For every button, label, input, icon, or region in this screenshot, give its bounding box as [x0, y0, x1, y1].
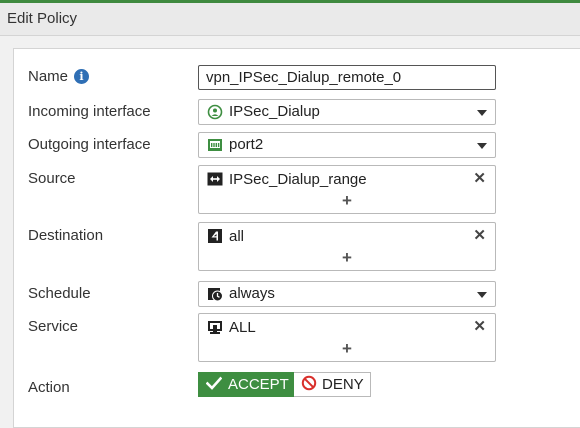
page-title: Edit Policy [7, 10, 78, 27]
deny-icon [301, 375, 317, 395]
remove-source-icon[interactable]: ✕ [473, 171, 486, 187]
add-destination-button[interactable]: + [199, 249, 495, 266]
destination-field[interactable]: all ✕ + [198, 222, 496, 271]
destination-value: all [229, 228, 245, 245]
schedule-value: always [229, 285, 275, 302]
address-icon [207, 228, 223, 244]
name-label: Name [28, 68, 69, 85]
source-value: IPSec_Dialup_range [229, 171, 367, 188]
calendar-clock-icon [207, 286, 223, 302]
port-icon [207, 137, 223, 153]
remove-destination-icon[interactable]: ✕ [473, 228, 486, 244]
source-field[interactable]: IPSec_Dialup_range ✕ + [198, 165, 496, 214]
destination-label: Destination [28, 227, 104, 244]
service-icon [207, 319, 223, 335]
service-field[interactable]: ALL ✕ + [198, 313, 496, 362]
incoming-interface-select[interactable]: IPSec_Dialup [198, 99, 496, 125]
service-label: Service [28, 318, 79, 335]
tunnel-interface-icon [207, 104, 223, 120]
chevron-down-icon [477, 292, 487, 298]
chevron-down-icon [477, 110, 487, 116]
title-bar: Edit Policy [0, 0, 580, 36]
outgoing-interface-label: Outgoing interface [28, 136, 151, 153]
source-label: Source [28, 170, 76, 187]
outgoing-interface-select[interactable]: port2 [198, 132, 496, 158]
action-toggle-group: ACCEPT DENY [198, 372, 371, 397]
deny-button[interactable]: DENY [294, 372, 371, 397]
address-range-icon [207, 171, 223, 187]
action-label: Action [28, 379, 70, 396]
schedule-select[interactable]: always [198, 281, 496, 307]
incoming-interface-label: Incoming interface [28, 103, 151, 120]
add-source-button[interactable]: + [199, 192, 495, 209]
deny-label: DENY [322, 376, 364, 393]
name-label-row: Name i [28, 68, 90, 85]
chevron-down-icon [477, 143, 487, 149]
accept-button[interactable]: ACCEPT [198, 372, 294, 397]
check-icon [205, 376, 223, 394]
schedule-label: Schedule [28, 285, 91, 302]
service-value: ALL [229, 319, 256, 336]
accept-label: ACCEPT [228, 376, 289, 393]
name-input[interactable] [198, 65, 496, 90]
outgoing-interface-value: port2 [229, 136, 264, 153]
incoming-interface-value: IPSec_Dialup [229, 103, 320, 120]
remove-service-icon[interactable]: ✕ [473, 319, 486, 335]
add-service-button[interactable]: + [199, 340, 495, 357]
info-icon[interactable]: i [74, 69, 90, 84]
